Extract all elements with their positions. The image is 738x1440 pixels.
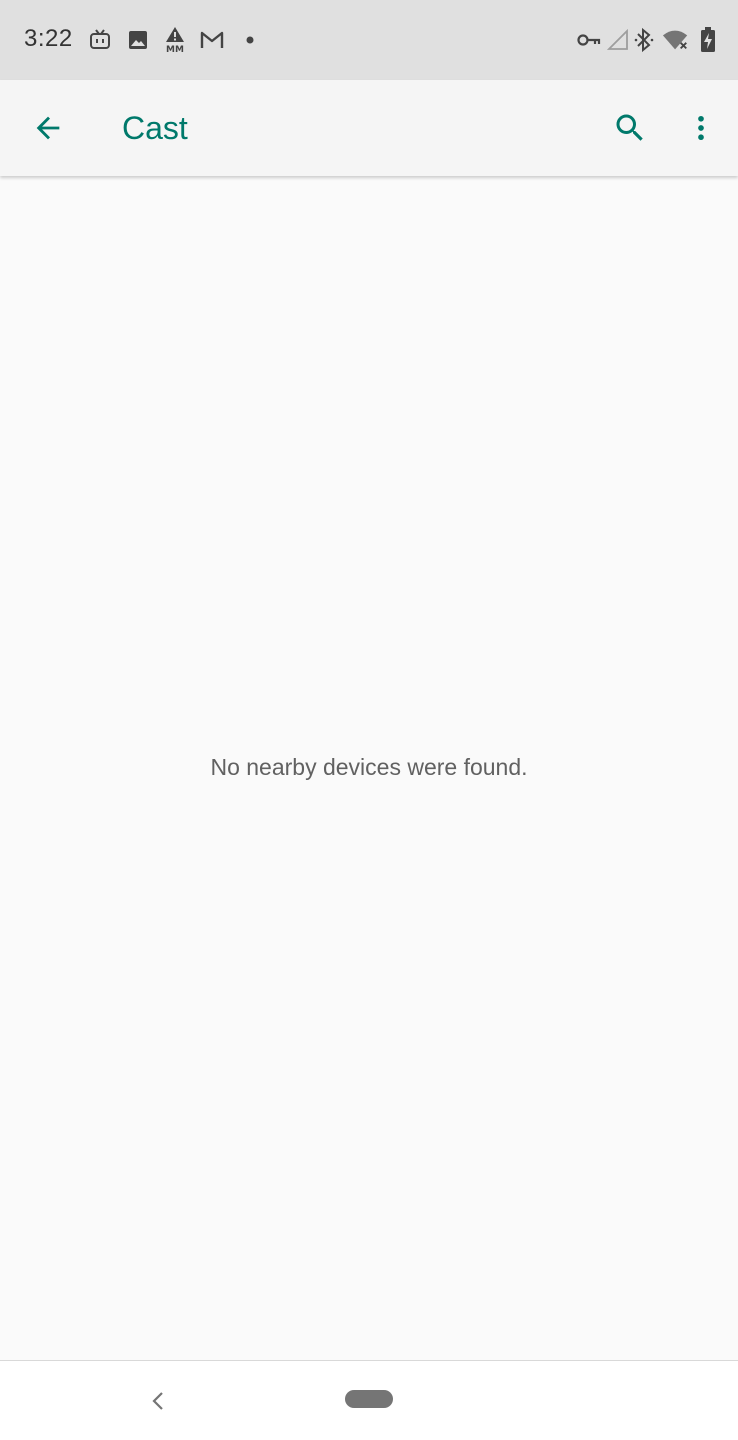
mm-alert-icon: MM [161,24,189,56]
image-icon [124,24,152,56]
nav-home-button[interactable] [345,1390,393,1408]
gmail-icon [198,24,226,56]
page-title: Cast [122,110,188,146]
arrow-back-icon [36,116,60,140]
tv-app-icon [86,24,114,56]
chevron-left-icon [152,1392,163,1410]
app-bar: Cast [0,80,738,176]
empty-state-message: No nearby devices were found. [210,754,528,780]
cast-screen: 3:22 MM Cast No nearby devices were foun… [0,0,738,1440]
nav-back-button[interactable] [140,1381,176,1421]
back-button[interactable] [20,104,76,152]
cell-signal-icon [604,24,632,56]
search-icon [616,114,643,141]
search-button[interactable] [604,104,656,152]
wifi-off-icon [662,24,690,56]
vpn-key-icon [575,24,603,56]
device-list-area: No nearby devices were found. [0,176,738,1360]
dot-icon [236,24,264,56]
svg-text:MM: MM [166,45,184,54]
more-vert-icon [698,115,704,141]
system-nav-bar [0,1360,738,1440]
bluetooth-icon [630,24,658,56]
more-options-button[interactable] [680,104,722,152]
battery-charging-icon [694,24,722,56]
status-bar: 3:22 MM [0,0,738,80]
status-time: 3:22 [24,25,73,52]
